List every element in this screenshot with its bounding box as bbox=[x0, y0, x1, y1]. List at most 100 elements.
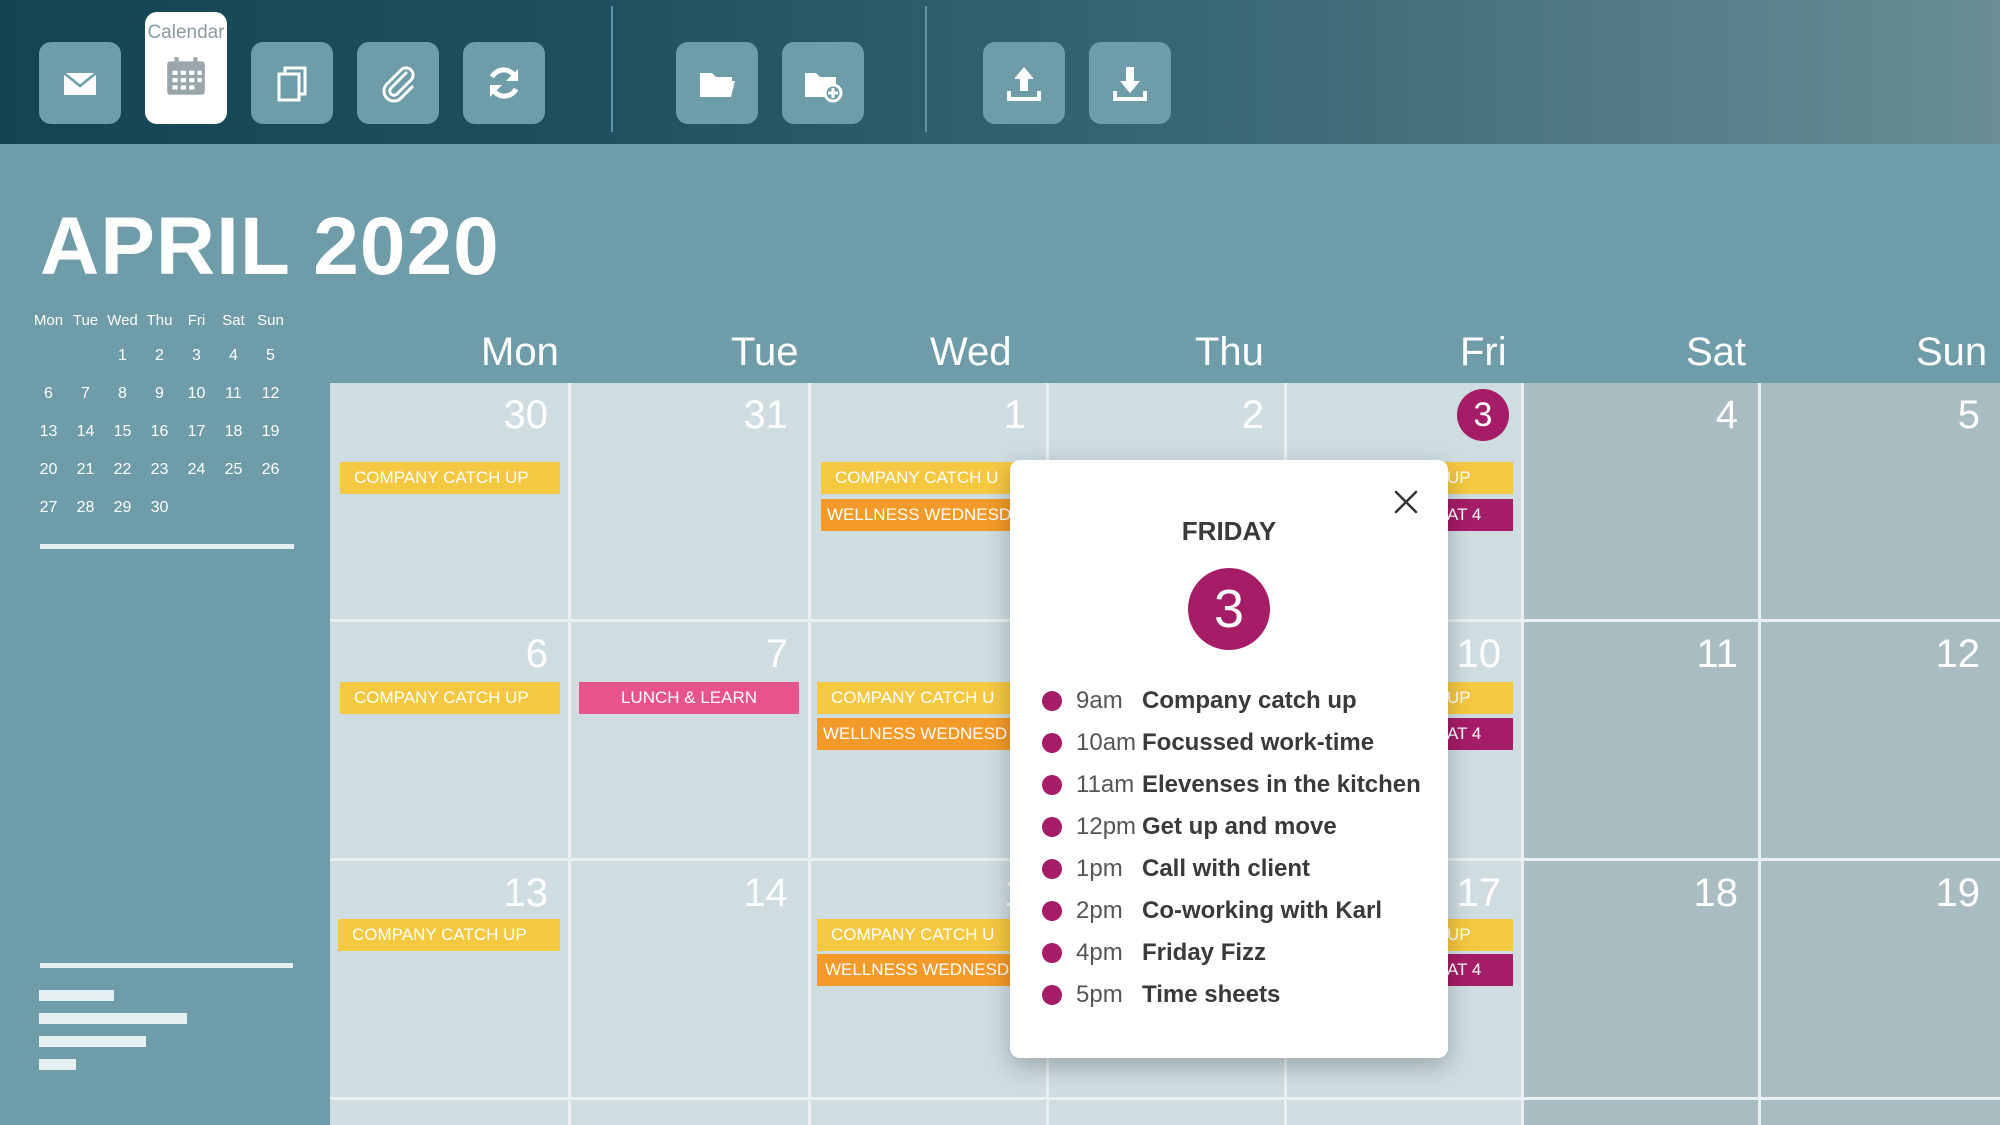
day-cell-weekend[interactable]: 19 bbox=[1761, 861, 2000, 1097]
day-number: 11 bbox=[1696, 632, 1738, 676]
mini-day[interactable]: 13 bbox=[30, 423, 67, 443]
day-cell[interactable]: 14 bbox=[571, 861, 808, 1097]
event-chip[interactable]: COMPANY CATCH UP bbox=[340, 682, 560, 714]
calendar-button[interactable]: Calendar bbox=[145, 12, 227, 124]
mini-day[interactable]: 2 bbox=[141, 347, 178, 367]
mini-day[interactable]: 22 bbox=[104, 461, 141, 481]
day-cell[interactable]: 31 bbox=[571, 383, 808, 619]
bullet-dot bbox=[1042, 775, 1062, 795]
mini-day[interactable]: 3 bbox=[178, 347, 215, 367]
mini-day[interactable] bbox=[252, 499, 289, 519]
popup-event[interactable]: 1pm Call with client bbox=[1042, 848, 1421, 890]
day-cell-weekend[interactable]: 11 bbox=[1524, 622, 1758, 858]
mini-day[interactable]: 1 bbox=[104, 347, 141, 367]
day-cell[interactable] bbox=[811, 1100, 1046, 1125]
mini-calendar-weekdays: Mon Tue Wed Thu Fri Sat Sun bbox=[30, 312, 302, 329]
mini-day[interactable]: 8 bbox=[104, 385, 141, 405]
mini-calendar-week: 1 2 3 4 5 bbox=[30, 347, 302, 367]
bullet-dot bbox=[1042, 691, 1062, 711]
day-cell[interactable] bbox=[571, 1100, 808, 1125]
download-button[interactable] bbox=[1089, 42, 1171, 124]
mini-day[interactable]: 21 bbox=[67, 461, 104, 481]
mini-day[interactable]: 30 bbox=[141, 499, 178, 519]
event-chip[interactable]: COMPANY CATCH UP bbox=[340, 462, 560, 494]
day-cell[interactable] bbox=[330, 1100, 568, 1125]
day-cell-weekend[interactable] bbox=[1761, 1100, 2000, 1125]
day-cell-weekend[interactable]: 18 bbox=[1524, 861, 1758, 1097]
day-cell[interactable]: 13 COMPANY CATCH UP bbox=[330, 861, 568, 1097]
day-cell-weekend[interactable]: 12 bbox=[1761, 622, 2000, 858]
mini-day[interactable]: 27 bbox=[30, 499, 67, 519]
mini-day[interactable]: 18 bbox=[215, 423, 252, 443]
attach-button[interactable] bbox=[357, 42, 439, 124]
day-number: 31 bbox=[743, 393, 789, 437]
day-cell[interactable]: 7 LUNCH & LEARN bbox=[571, 622, 808, 858]
event-chip[interactable]: COMPANY CATCH UP bbox=[338, 919, 560, 951]
event-time: 11am bbox=[1076, 771, 1135, 798]
mini-day[interactable]: 16 bbox=[141, 423, 178, 443]
mini-day[interactable]: 9 bbox=[141, 385, 178, 405]
add-folder-button[interactable] bbox=[782, 42, 864, 124]
day-cell-weekend[interactable]: 4 bbox=[1524, 383, 1758, 619]
mini-day[interactable]: 7 bbox=[67, 385, 104, 405]
sidebar-placeholder-line bbox=[39, 1059, 76, 1070]
day-detail-popup: FRIDAY 3 9am Company catch up 10am Focusse… bbox=[1010, 460, 1448, 1058]
mini-weekday: Thu bbox=[146, 312, 173, 329]
day-cell[interactable] bbox=[1287, 1100, 1521, 1125]
mail-icon bbox=[63, 72, 97, 95]
day-number: 1 bbox=[1003, 393, 1026, 437]
day-number: 19 bbox=[1935, 871, 1981, 915]
popup-event[interactable]: 12pm Get up and move bbox=[1042, 806, 1421, 848]
day-cell[interactable]: 30 COMPANY CATCH UP bbox=[330, 383, 568, 619]
popup-event[interactable]: 2pm Co-working with Karl bbox=[1042, 890, 1421, 932]
mini-day[interactable]: 23 bbox=[141, 461, 178, 481]
mini-day[interactable] bbox=[67, 347, 104, 367]
bullet-dot bbox=[1042, 733, 1062, 753]
day-cell[interactable]: 6 COMPANY CATCH UP bbox=[330, 622, 568, 858]
event-time: 4pm bbox=[1076, 939, 1123, 966]
weekday-header-wed: Wed bbox=[930, 330, 1012, 374]
mini-weekday: Tue bbox=[72, 312, 99, 329]
event-chip[interactable]: LUNCH & LEARN bbox=[579, 682, 799, 714]
mini-day[interactable]: 25 bbox=[215, 461, 252, 481]
mini-day[interactable]: 12 bbox=[252, 385, 289, 405]
sidebar-divider bbox=[40, 963, 293, 968]
sync-button[interactable] bbox=[463, 42, 545, 124]
day-number: 6 bbox=[525, 632, 548, 676]
day-number: 13 bbox=[503, 871, 549, 915]
mini-day[interactable]: 5 bbox=[252, 347, 289, 367]
popup-event[interactable]: 11am Elevenses in the kitchen bbox=[1042, 764, 1421, 806]
bullet-dot bbox=[1042, 985, 1062, 1005]
mini-day[interactable]: 14 bbox=[67, 423, 104, 443]
mini-day[interactable]: 26 bbox=[252, 461, 289, 481]
mini-day[interactable]: 6 bbox=[30, 385, 67, 405]
mail-button[interactable] bbox=[39, 42, 121, 124]
mini-day[interactable]: 20 bbox=[30, 461, 67, 481]
mini-day[interactable]: 28 bbox=[67, 499, 104, 519]
mini-day[interactable] bbox=[215, 499, 252, 519]
mini-day[interactable]: 11 bbox=[215, 385, 252, 405]
day-cell-weekend[interactable] bbox=[1524, 1100, 1758, 1125]
popup-event[interactable]: 9am Company catch up bbox=[1042, 680, 1421, 722]
day-number: 14 bbox=[743, 871, 789, 915]
popup-event-list: 9am Company catch up 10am Focussed work-ti… bbox=[1042, 680, 1421, 1016]
event-title: Co-working with Karl bbox=[1142, 897, 1382, 924]
day-cell-weekend[interactable]: 5 bbox=[1761, 383, 2000, 619]
mini-day[interactable]: 15 bbox=[104, 423, 141, 443]
mini-day[interactable] bbox=[178, 499, 215, 519]
mini-day[interactable]: 17 bbox=[178, 423, 215, 443]
mini-day[interactable]: 4 bbox=[215, 347, 252, 367]
upload-button[interactable] bbox=[983, 42, 1065, 124]
open-folder-button[interactable] bbox=[676, 42, 758, 124]
mini-day[interactable]: 19 bbox=[252, 423, 289, 443]
popup-event[interactable]: 5pm Time sheets bbox=[1042, 974, 1421, 1016]
copy-button[interactable] bbox=[251, 42, 333, 124]
popup-event[interactable]: 10am Focussed work-time bbox=[1042, 722, 1421, 764]
mini-day[interactable] bbox=[30, 347, 67, 367]
popup-event[interactable]: 4pm Friday Fizz bbox=[1042, 932, 1421, 974]
mini-day[interactable]: 10 bbox=[178, 385, 215, 405]
mini-day[interactable]: 29 bbox=[104, 499, 141, 519]
day-cell[interactable] bbox=[1049, 1100, 1284, 1125]
mini-weekday: Sun bbox=[257, 312, 284, 329]
mini-day[interactable]: 24 bbox=[178, 461, 215, 481]
